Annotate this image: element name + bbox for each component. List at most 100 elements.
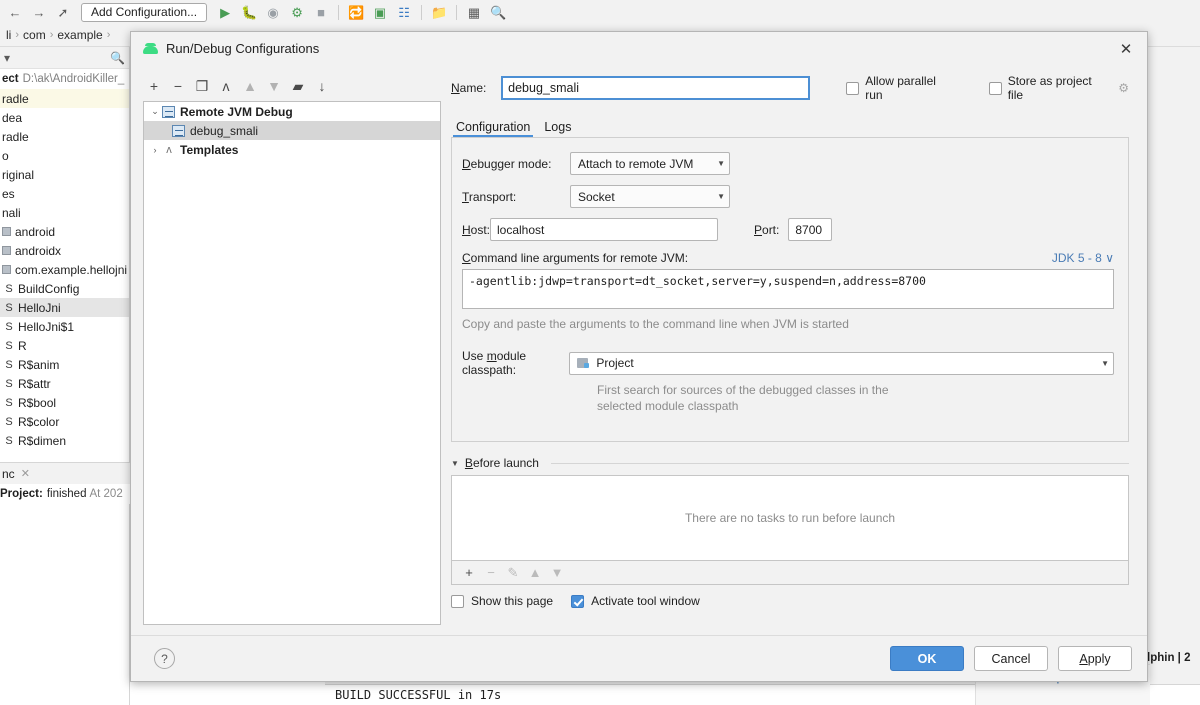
tab-configuration[interactable]: Configuration [452, 120, 534, 138]
layout-inspector-icon[interactable]: ▦ [463, 2, 485, 22]
project-tree-item[interactable]: S HelloJni [0, 298, 129, 317]
triangle-down-icon[interactable]: ▼ [451, 459, 459, 468]
gradle-sync-icon[interactable]: 🔁 [345, 2, 367, 22]
port-input[interactable]: 8700 [788, 218, 833, 241]
avd-manager-icon[interactable]: ▣ [369, 2, 391, 22]
project-tree-item[interactable]: S R$color [0, 412, 129, 431]
dialog-body: + − ❐ ᴧ ▲ ▼ ▰ ↓ ⌄ Remote JVM Debug debug_smali › ᴧ T… [131, 65, 1147, 635]
forward-arrow-icon[interactable]: → [28, 2, 50, 22]
configurations-tree-pane: + − ❐ ᴧ ▲ ▼ ▰ ↓ ⌄ Remote JVM Debug debug_smali › ᴧ T… [131, 65, 451, 635]
edit-task-button[interactable]: ✎ [504, 564, 522, 582]
module-classpath-select[interactable]: Project ▼ [569, 351, 1114, 375]
project-tree-item[interactable]: o [0, 146, 129, 165]
sdk-manager-icon[interactable]: ☷ [393, 2, 415, 22]
hammer-icon[interactable]: ➚ [52, 2, 74, 22]
project-tree-item[interactable]: android [0, 222, 129, 241]
task-move-down-button[interactable]: ▼ [548, 564, 566, 582]
store-as-project-file-checkbox[interactable] [988, 81, 1002, 95]
dialog-title: Run/Debug Configurations [166, 41, 320, 56]
project-tree-item-label: BuildConfig [18, 281, 80, 296]
profile-icon[interactable]: ⚙ [286, 2, 308, 22]
breadcrumb-item[interactable]: com [19, 28, 50, 42]
before-launch-divider [550, 462, 1129, 464]
add-configuration-button[interactable]: + [143, 75, 165, 97]
project-tree-item[interactable]: radle [0, 89, 129, 108]
project-tree-item[interactable]: com.example.hellojni [0, 260, 129, 279]
ok-button[interactable]: OK [890, 646, 964, 671]
tree-row[interactable]: › ᴧ Templates [144, 140, 440, 159]
before-launch-header[interactable]: ▼ Before launch [451, 456, 1129, 470]
copy-configuration-button[interactable]: ❐ [191, 75, 213, 97]
project-search-icon[interactable]: 🔍 [110, 51, 125, 65]
tree-row[interactable]: debug_smali [144, 121, 440, 140]
project-tree-item[interactable]: S HelloJni$1 [0, 317, 129, 336]
close-tab-icon[interactable]: ✕ [21, 467, 30, 480]
tab-logs[interactable]: Logs [544, 120, 571, 137]
command-line-arguments-textarea[interactable]: -agentlib:jdwp=transport=dt_socket,serve… [462, 269, 1114, 309]
run-icon[interactable]: ▶ [214, 2, 236, 22]
allow-parallel-run-row[interactable]: Allow parallel run [846, 74, 952, 102]
close-icon[interactable]: ✕ [1117, 40, 1135, 58]
project-tree-item[interactable]: S R$bool [0, 393, 129, 412]
project-root-path: ect D:\ak\AndroidKiller_ [0, 69, 129, 89]
jdk-version-selector[interactable]: JDK 5 - 8 ∨ [1052, 251, 1114, 265]
project-tree-item[interactable]: nali [0, 203, 129, 222]
transport-select[interactable]: Socket ▼ [570, 185, 730, 208]
chevron-right-icon[interactable]: › [148, 145, 162, 155]
project-tree-item[interactable]: riginal [0, 165, 129, 184]
move-down-button[interactable]: ▼ [263, 75, 285, 97]
show-this-page-checkbox[interactable] [451, 594, 464, 608]
activate-tool-window-row[interactable]: Activate tool window [571, 594, 700, 608]
build-tab-label[interactable]: nc [2, 467, 15, 481]
stop-icon[interactable]: ■ [310, 2, 332, 22]
host-input[interactable]: localhost [490, 218, 718, 241]
debugger-mode-select[interactable]: Attach to remote JVM ▼ [570, 152, 730, 175]
store-as-project-file-row[interactable]: Store as project file ⚙ [988, 74, 1129, 102]
toolbar-divider [338, 4, 340, 20]
project-tree-item[interactable]: S BuildConfig [0, 279, 129, 298]
project-tree-item[interactable]: androidx [0, 241, 129, 260]
remove-task-button[interactable]: − [482, 564, 500, 582]
project-tree-item-label: R$anim [18, 357, 60, 372]
chevron-down-icon[interactable]: ⌄ [148, 106, 162, 117]
project-tree-item[interactable]: S R$attr [0, 374, 129, 393]
name-input[interactable] [501, 76, 811, 100]
breadcrumb-item[interactable]: li [2, 28, 15, 42]
cancel-button[interactable]: Cancel [974, 646, 1048, 671]
help-button[interactable]: ? [154, 648, 175, 669]
name-row: Name: Allow parallel run Store as projec… [451, 74, 1129, 102]
debug-icon[interactable]: 🐛 [238, 2, 260, 22]
dialog-title-bar: Run/Debug Configurations ✕ [131, 32, 1147, 65]
task-move-up-button[interactable]: ▲ [526, 564, 544, 582]
project-tree-item[interactable]: dea [0, 108, 129, 127]
sort-configurations-button[interactable]: ↓ [311, 75, 333, 97]
project-structure-icon[interactable]: 📁 [428, 2, 450, 22]
build-tool-window-tabs: nc ✕ [0, 462, 130, 484]
project-settings-icon[interactable]: ▾ [4, 51, 10, 65]
configurations-tree[interactable]: ⌄ Remote JVM Debug debug_smali › ᴧ Templates [143, 101, 441, 625]
module-classpath-hint: First search for sources of the debugged… [597, 383, 889, 413]
apply-button[interactable]: Apply [1058, 646, 1132, 671]
project-tree-item[interactable]: es [0, 184, 129, 203]
project-tree-item[interactable]: S R$dimen [0, 431, 129, 450]
before-launch-task-list[interactable]: There are no tasks to run before launch [451, 475, 1129, 561]
activate-tool-window-checkbox[interactable] [571, 594, 585, 608]
project-tree-item-label: radle [2, 129, 29, 144]
move-up-button[interactable]: ▲ [239, 75, 261, 97]
remove-configuration-button[interactable]: − [167, 75, 189, 97]
add-configuration-button[interactable]: Add Configuration... [81, 2, 208, 22]
attach-debugger-icon[interactable]: ◉ [262, 2, 284, 22]
project-tree-item[interactable]: radle [0, 127, 129, 146]
search-everywhere-icon[interactable]: 🔍 [487, 2, 509, 22]
back-arrow-icon[interactable]: ← [4, 2, 26, 22]
add-task-button[interactable]: + [460, 564, 478, 582]
project-tree-item[interactable]: S R$anim [0, 355, 129, 374]
move-into-folder-button[interactable]: ▰ [287, 75, 309, 97]
gear-icon[interactable]: ⚙ [1118, 81, 1129, 95]
edit-templates-button[interactable]: ᴧ [215, 75, 237, 97]
allow-parallel-run-checkbox[interactable] [846, 81, 860, 95]
project-tree-item[interactable]: SR [0, 336, 129, 355]
show-this-page-row[interactable]: Show this page [451, 594, 553, 608]
breadcrumb-item[interactable]: example [53, 28, 106, 42]
tree-row[interactable]: ⌄ Remote JVM Debug [144, 102, 440, 121]
